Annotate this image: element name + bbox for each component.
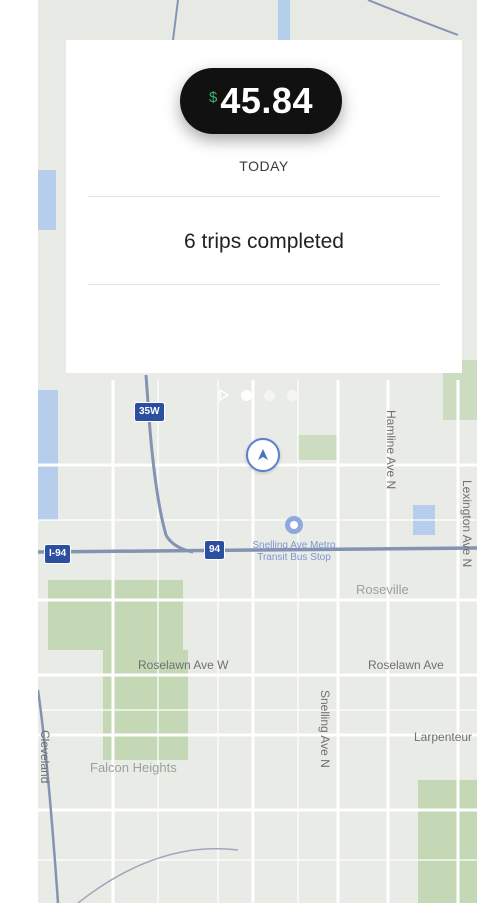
water-area [278,0,290,40]
location-arrow-icon[interactable] [246,438,280,472]
highway-shield-94-left: I-94 [44,544,72,564]
page-dot-3[interactable] [286,389,298,401]
earnings-card[interactable]: $ 45.84 TODAY 6 trips completed [66,40,462,373]
park-area [298,435,338,460]
street-label-lexington: Lexington Ave N [460,480,474,568]
water-area [38,390,58,520]
page-dot-2[interactable] [263,389,275,401]
transit-stop-label: Snelling Ave Metro Transit Bus Stop [252,540,336,563]
phone-screen: 35W I-94 94 Snelling Ave Metro Transit B… [38,0,477,903]
highway-shield-94: 94 [204,540,226,560]
divider [88,284,440,285]
earnings-amount-pill[interactable]: $ 45.84 [180,68,342,134]
trips-completed-text: 6 trips completed [184,230,344,253]
area-label-falcon-heights: Falcon Heights [90,760,177,775]
street-label-larpenteur: Larpenteur [414,730,473,744]
street-label-roselawn-e: Roselawn Ave [368,658,444,672]
street-label-hamline: Hamline Ave N [384,410,398,490]
park-area [48,580,183,650]
earnings-amount: 45.84 [220,80,313,121]
street-label-snelling: Snelling Ave N [318,690,332,768]
map-top-strip [38,0,477,40]
divider [88,196,440,197]
street-label-roselawn-w: Roselawn Ave W [138,658,229,672]
play-icon[interactable] [218,389,229,401]
road-left-curve [38,689,60,903]
currency-symbol: $ [209,88,218,106]
water-area [38,170,56,230]
earnings-period-label: TODAY [239,158,289,174]
area-label-roseville: Roseville [356,582,409,597]
transit-stop-icon[interactable] [285,516,303,534]
page-dot-1[interactable] [240,389,252,401]
street-label-left-road: Cleveland [38,730,52,784]
park-area [418,780,477,903]
page-indicator [38,382,477,408]
